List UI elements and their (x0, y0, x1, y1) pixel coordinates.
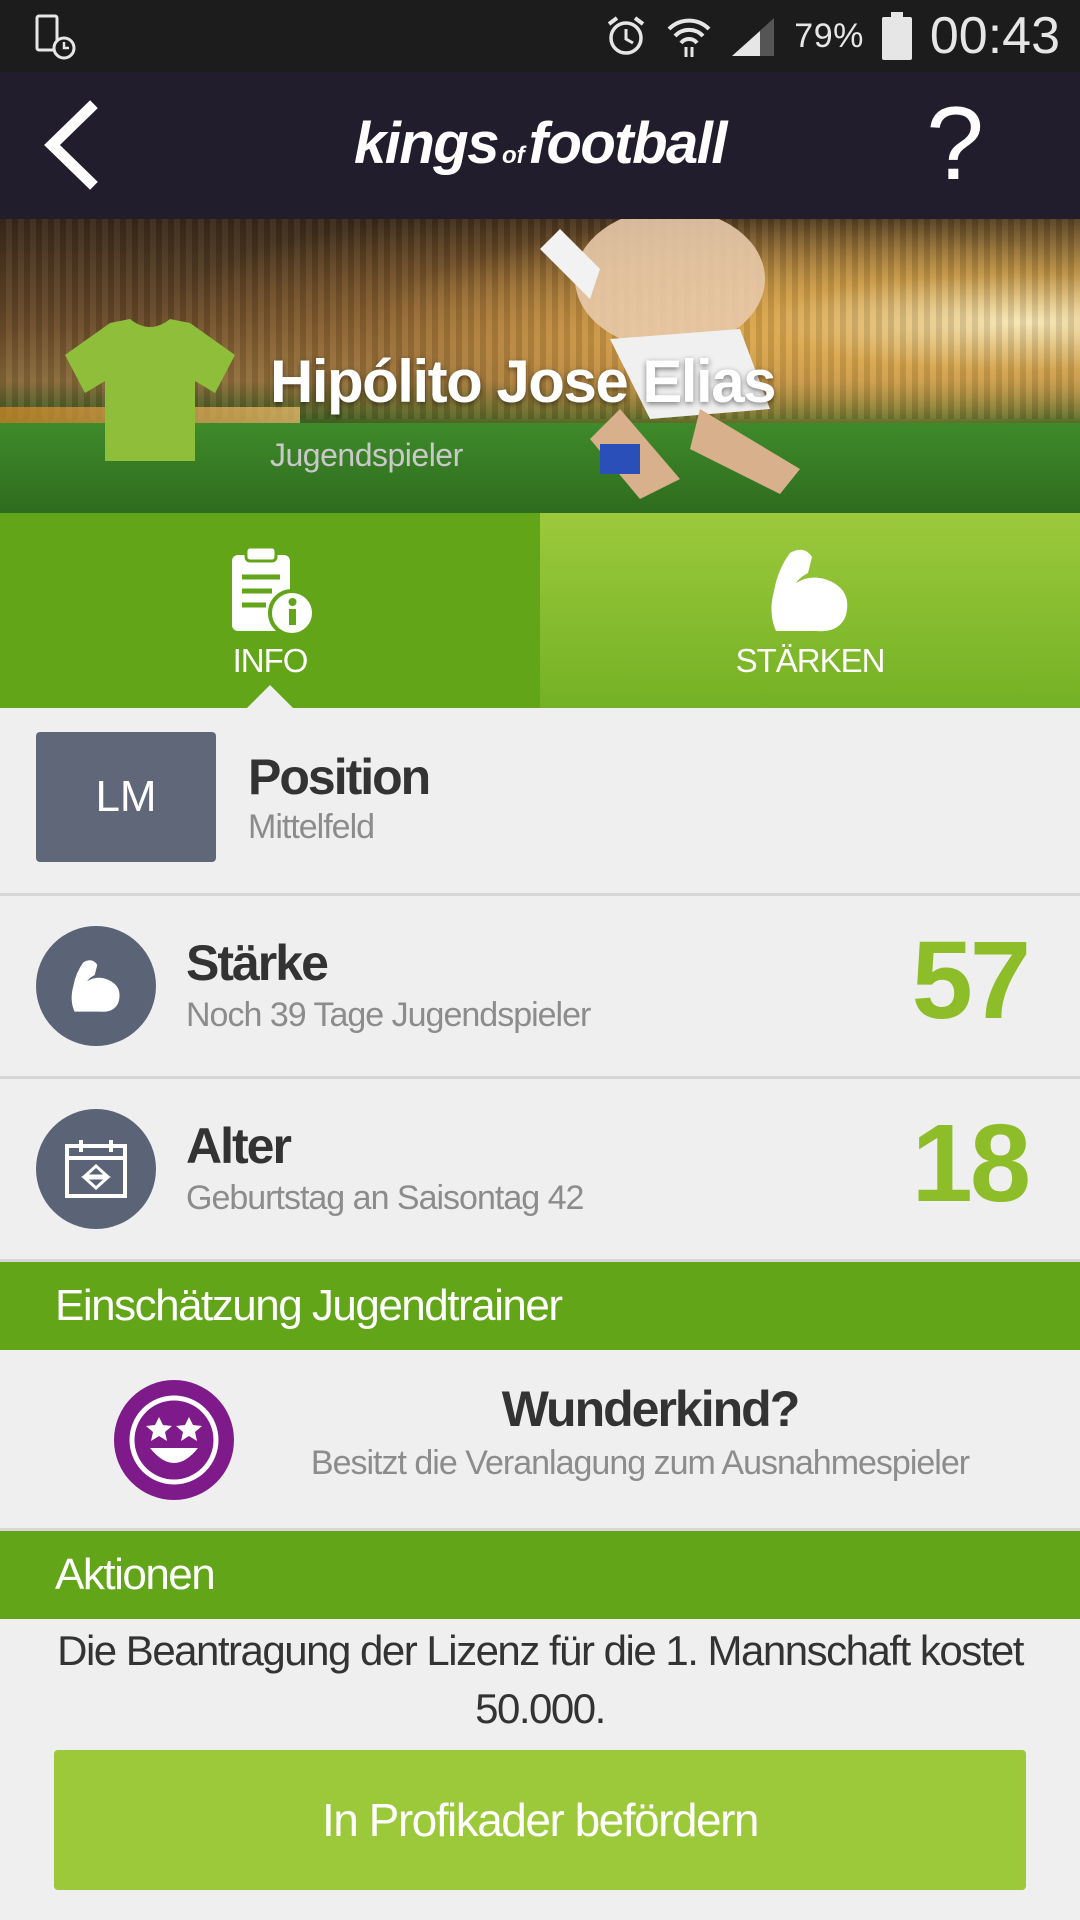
flexed-arm-icon (771, 549, 848, 632)
strength-row: Stärke Noch 39 Tage Jugendspieler 57 (0, 896, 1080, 1079)
clipboard-info-icon (232, 545, 316, 637)
tab-staerken-label: STÄRKEN (735, 642, 886, 679)
selected-tab-indicator (246, 685, 294, 709)
signal-icon (732, 18, 775, 56)
section-header-actions: Aktionen (0, 1531, 1080, 1619)
promote-to-pro-squad-button[interactable]: In Profikader befördern (54, 1750, 1026, 1890)
strength-value: 57 (911, 919, 1031, 1042)
strength-title: Stärke (186, 935, 329, 991)
position-badge: LM (36, 732, 216, 862)
clock: 00:43 (929, 7, 1060, 65)
coach-assessment-title: Wunderkind? (501, 1381, 801, 1437)
app-header: kings offootball ? (0, 72, 1080, 219)
tab-bar: INFO STÄRKEN (0, 513, 1080, 709)
license-cost-line1: Die Beantragung der Lizenz für die 1. Ma… (57, 1627, 1024, 1674)
status-bar: 79% 00:43 (0, 0, 1080, 72)
license-cost-text: Die Beantragung der Lizenz für die 1. Ma… (0, 1622, 1080, 1738)
calendar-icon (65, 1140, 127, 1198)
wifi-icon (667, 18, 711, 57)
player-name: Hipólito Jose Elias (270, 348, 776, 415)
age-subtitle: Geburtstag an Saisontag 42 (186, 1179, 584, 1217)
shirt-shape (65, 319, 235, 461)
tab-info[interactable]: INFO (0, 513, 540, 709)
age-icon-circle (36, 1109, 156, 1229)
coach-assessment-row: Wunderkind? Besitzt die Veranlagung zum … (0, 1350, 1080, 1531)
position-title: Position (248, 749, 431, 805)
app-logo: kings offootball (353, 111, 728, 176)
shirt-icon (65, 319, 235, 461)
age-row: Alter Geburtstag an Saisontag 42 18 (0, 1079, 1080, 1262)
section-header-coach: Einschätzung Jugendtrainer (0, 1262, 1080, 1350)
tab-info-label: INFO (232, 642, 309, 679)
help-button[interactable]: ? (926, 92, 984, 196)
license-cost-line2: 50.000. (475, 1685, 606, 1732)
player-role: Jugendspieler (270, 437, 463, 473)
position-row: LM Position Mittelfeld (0, 708, 1080, 896)
player-hero-banner: Hipólito Jose Elias Jugendspieler (0, 219, 1080, 513)
strength-subtitle: Noch 39 Tage Jugendspieler (186, 996, 591, 1034)
age-title: Alter (186, 1118, 292, 1174)
position-subtitle: Mittelfeld (248, 808, 375, 846)
device-clock-icon (35, 14, 76, 60)
battery-icon (881, 12, 912, 60)
tab-staerken[interactable]: STÄRKEN (540, 513, 1080, 708)
coach-assessment-subtitle: Besitzt die Veranlagung zum Ausnahmespie… (310, 1444, 970, 1482)
alarm-icon (608, 16, 645, 55)
age-value: 18 (911, 1102, 1031, 1225)
strength-icon-circle (36, 926, 156, 1046)
battery-percent: 79% (794, 16, 864, 55)
flexed-arm-icon (71, 960, 120, 1012)
